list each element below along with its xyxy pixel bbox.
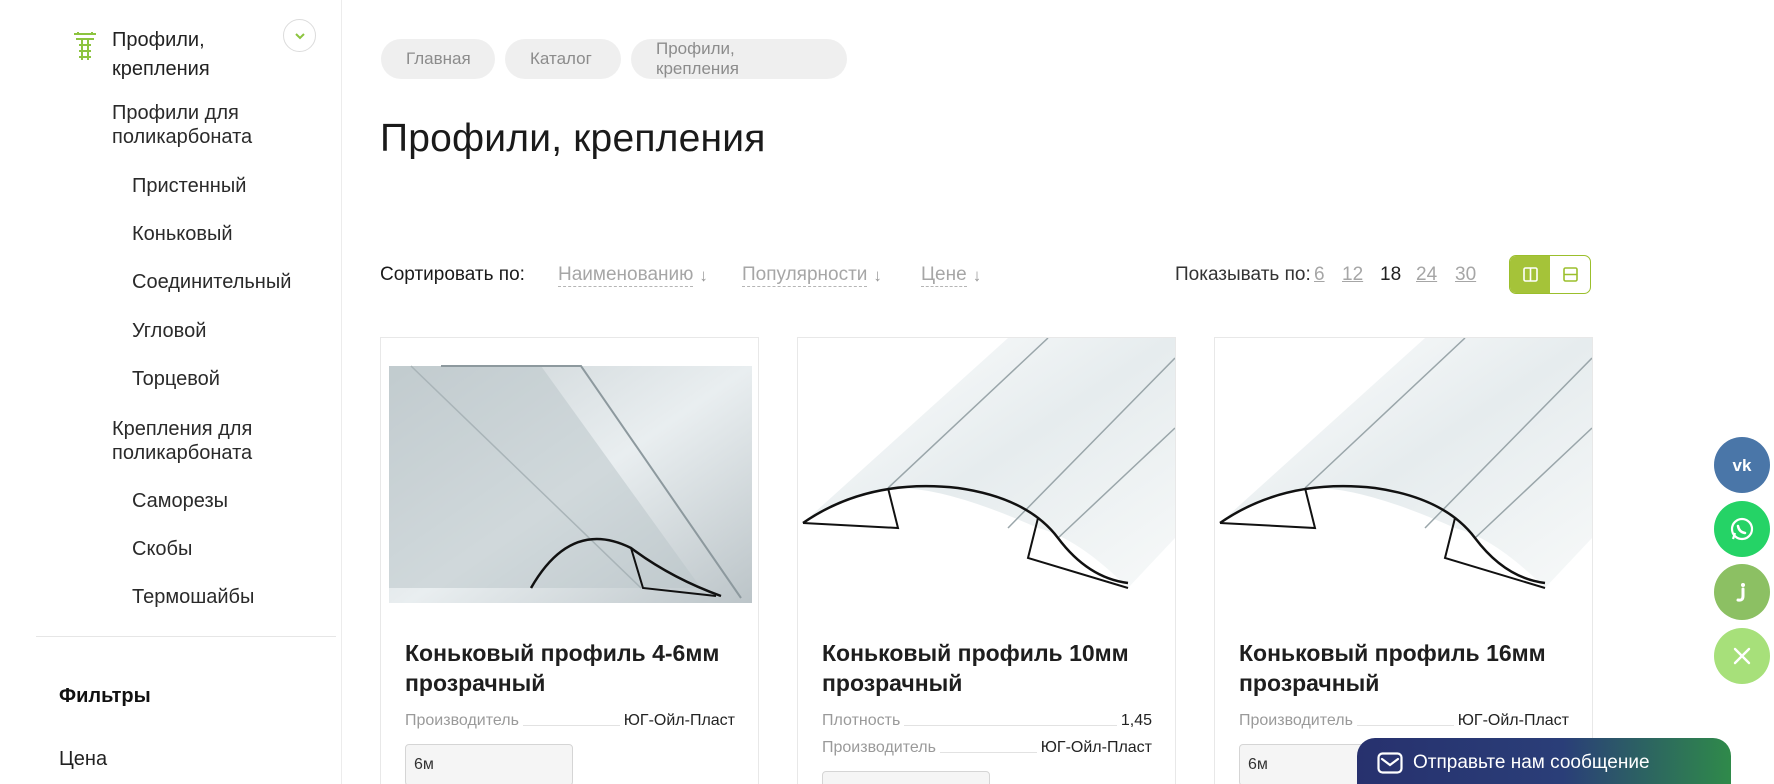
view-mode-toggle bbox=[1509, 255, 1591, 294]
breadcrumb-current: Профили, крепления bbox=[631, 39, 847, 79]
whatsapp-icon bbox=[1730, 517, 1754, 541]
sort-by-popularity-label: Популярности bbox=[742, 264, 868, 287]
list-view-button[interactable] bbox=[1550, 256, 1590, 293]
close-icon bbox=[1733, 647, 1751, 665]
prop-key: Производитель bbox=[822, 739, 936, 756]
prop-leader bbox=[522, 725, 620, 726]
sidebar-item-screws[interactable]: Саморезы bbox=[132, 489, 228, 513]
prop-value: ЮГ-Ойл-Пласт bbox=[1457, 712, 1569, 729]
product-image[interactable] bbox=[381, 338, 758, 603]
page-title: Профили, крепления bbox=[380, 117, 766, 160]
per-page-24[interactable]: 24 bbox=[1416, 264, 1437, 286]
envelope-icon bbox=[1377, 752, 1403, 774]
prop-key: Плотность bbox=[822, 712, 901, 729]
product-card[interactable]: Коньковый профиль 10мм прозрачный Плотно… bbox=[797, 337, 1176, 784]
sidebar-item-fasteners-polycarbonate[interactable]: Крепления для поликарбоната bbox=[112, 417, 312, 465]
product-prop-manufacturer: Производитель ЮГ-Ойл-Пласт bbox=[822, 735, 1152, 757]
profile-category-icon bbox=[74, 32, 96, 60]
message-widget[interactable]: Отправьте нам сообщение bbox=[1357, 738, 1731, 784]
per-page-label: Показывать по: bbox=[1175, 264, 1311, 285]
list-view-icon bbox=[1562, 267, 1578, 282]
product-photo bbox=[389, 365, 752, 603]
sidebar-item-profiles-polycarbonate[interactable]: Профили для поликарбоната bbox=[112, 101, 312, 149]
breadcrumb-catalog[interactable]: Каталог bbox=[505, 39, 621, 79]
sidebar-item-wall[interactable]: Пристенный bbox=[132, 174, 246, 198]
vk-button[interactable]: vk bbox=[1714, 437, 1770, 493]
sort-by-name-label: Наименованию bbox=[558, 264, 694, 287]
per-page-6[interactable]: 6 bbox=[1314, 264, 1325, 286]
breadcrumb: Главная Каталог Профили, крепления bbox=[381, 39, 847, 79]
sort-by-name[interactable]: Наименованию ↓ bbox=[558, 264, 708, 287]
sort-label: Сортировать по: bbox=[380, 264, 525, 285]
prop-leader bbox=[939, 752, 1037, 753]
vk-icon: vk bbox=[1733, 456, 1752, 475]
catalog-sidebar: Профили, крепления Профили для поликарбо… bbox=[0, 0, 342, 784]
sort-by-popularity[interactable]: Популярности ↓ bbox=[742, 264, 882, 287]
whatsapp-button[interactable] bbox=[1714, 501, 1770, 557]
per-page-18[interactable]: 18 bbox=[1380, 264, 1401, 286]
product-prop-manufacturer: Производитель ЮГ-Ойл-Пласт bbox=[405, 708, 735, 730]
category-collapse-toggle[interactable] bbox=[283, 19, 316, 52]
sidebar-item-end[interactable]: Торцевой bbox=[132, 367, 220, 391]
sort-by-price-label: Цене bbox=[921, 264, 967, 287]
prop-key: Производитель bbox=[1239, 712, 1353, 729]
filter-price-toggle[interactable]: Цена bbox=[59, 748, 107, 771]
product-name[interactable]: Коньковый профиль 16мм прозрачный bbox=[1239, 638, 1569, 698]
product-prop-density: Плотность 1,45 bbox=[822, 708, 1152, 730]
sidebar-divider bbox=[36, 636, 336, 637]
jivo-icon bbox=[1736, 583, 1745, 602]
prop-leader bbox=[904, 725, 1117, 726]
jivo-chat-button[interactable] bbox=[1714, 564, 1770, 620]
product-photo bbox=[1215, 338, 1592, 603]
sidebar-item-staples[interactable]: Скобы bbox=[132, 537, 192, 561]
sidebar-item-corner[interactable]: Угловой bbox=[132, 319, 206, 343]
sort-by-price[interactable]: Цене ↓ bbox=[921, 264, 981, 287]
product-card[interactable]: Коньковый профиль 16мм прозрачный Произв… bbox=[1214, 337, 1593, 784]
category-title[interactable]: Профили, крепления bbox=[112, 26, 262, 84]
grid-view-button[interactable] bbox=[1510, 256, 1550, 293]
product-photo bbox=[798, 338, 1175, 603]
sidebar-item-thermowashers[interactable]: Термошайбы bbox=[132, 585, 254, 609]
arrow-down-icon: ↓ bbox=[699, 265, 708, 285]
sidebar-item-ridge[interactable]: Коньковый bbox=[132, 222, 233, 246]
product-card[interactable]: Коньковый профиль 4-6мм прозрачный Произ… bbox=[380, 337, 759, 784]
message-widget-label: Отправьте нам сообщение bbox=[1413, 752, 1650, 773]
breadcrumb-home[interactable]: Главная bbox=[381, 39, 495, 79]
filters-title: Фильтры bbox=[59, 685, 151, 707]
prop-key: Производитель bbox=[405, 712, 519, 729]
sidebar-item-connecting[interactable]: Соединительный bbox=[132, 270, 291, 294]
prop-leader bbox=[1356, 725, 1454, 726]
per-page-30[interactable]: 30 bbox=[1455, 264, 1476, 286]
product-image[interactable] bbox=[798, 338, 1175, 603]
prop-value: ЮГ-Ойл-Пласт bbox=[1040, 739, 1152, 756]
prop-value: 1,45 bbox=[1120, 712, 1152, 729]
product-prop-manufacturer: Производитель ЮГ-Ойл-Пласт bbox=[1239, 708, 1569, 730]
size-select[interactable] bbox=[822, 771, 990, 784]
per-page-12[interactable]: 12 bbox=[1342, 264, 1363, 286]
size-select[interactable]: 6м bbox=[405, 744, 573, 784]
svg-text:vk: vk bbox=[1733, 456, 1752, 475]
product-name[interactable]: Коньковый профиль 10мм прозрачный bbox=[822, 638, 1152, 698]
product-name[interactable]: Коньковый профиль 4-6мм прозрачный bbox=[405, 638, 735, 698]
product-image[interactable] bbox=[1215, 338, 1592, 603]
arrow-down-icon: ↓ bbox=[972, 265, 982, 285]
arrow-down-icon: ↓ bbox=[873, 265, 882, 285]
chevron-down-icon bbox=[294, 32, 305, 39]
prop-value: ЮГ-Ойл-Пласт bbox=[623, 712, 735, 729]
grid-view-icon bbox=[1522, 267, 1538, 282]
close-widget-button[interactable] bbox=[1714, 628, 1770, 684]
